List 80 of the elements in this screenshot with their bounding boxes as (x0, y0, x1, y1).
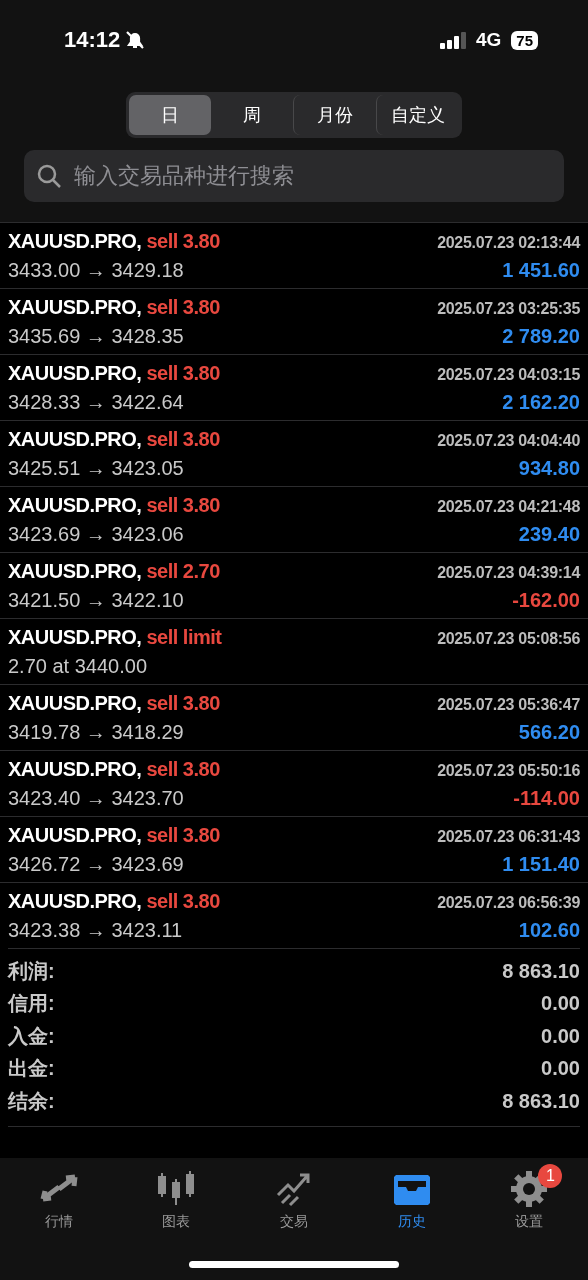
trade-time: 2025.07.23 06:31:43 (437, 827, 580, 846)
trade-symbol: XAUUSD.PRO, (8, 361, 142, 384)
search-icon (36, 163, 62, 189)
trade-symbol: XAUUSD.PRO, (8, 493, 142, 516)
trade-time: 2025.07.23 02:13:44 (437, 233, 580, 252)
period-tab[interactable]: 周 (211, 95, 293, 135)
trade-symbol: XAUUSD.PRO, (8, 559, 142, 582)
trade-profit: 2 789.20 (502, 324, 580, 348)
trade-time: 2025.07.23 05:08:56 (437, 629, 580, 648)
trade-symbol: XAUUSD.PRO, (8, 295, 142, 318)
trade-symbol: XAUUSD.PRO, (8, 889, 142, 912)
trade-prices: 3425.51 → 3423.05 (8, 456, 184, 480)
trade-order: sell limit (146, 625, 222, 648)
trade-profit: 239.40 (518, 522, 580, 546)
trade-time: 2025.07.23 06:56:39 (437, 893, 580, 912)
trade-symbol: XAUUSD.PRO, (8, 691, 142, 714)
summary-value: 8 863.10 (502, 1089, 580, 1113)
trade-order: sell 3.80 (146, 823, 220, 846)
signal-icon (439, 31, 468, 49)
trade-profit: 102.60 (518, 918, 580, 942)
trade-profit: 1 451.60 (502, 258, 580, 282)
nav-tab[interactable]: 图表 (117, 1168, 236, 1232)
trade-profit: 566.20 (518, 720, 580, 744)
trade-prices: 2.70 at 3440.00 (8, 654, 147, 678)
summary-label: 结余: (8, 1088, 55, 1114)
trade-prices: 3423.40 → 3423.70 (8, 786, 184, 810)
trade-profit: 1 151.40 (502, 852, 580, 876)
trade-order: sell 2.70 (146, 559, 220, 582)
trade-profit: -162.00 (512, 588, 580, 612)
summary-label: 出金: (8, 1056, 55, 1082)
notification-badge: 1 (538, 1164, 563, 1188)
trade-time: 2025.07.23 04:39:14 (437, 563, 580, 582)
trade-prices: 3423.38 → 3423.11 (8, 918, 183, 942)
summary-value: 0.00 (541, 1024, 580, 1048)
trade-profit: 2 162.20 (502, 390, 580, 414)
summary-label: 信用: (8, 991, 55, 1017)
trade-order: sell 3.80 (146, 889, 220, 912)
nav-tab[interactable]: 交易 (235, 1168, 353, 1232)
trade-time: 2025.07.23 05:36:47 (437, 695, 580, 714)
nav-tab[interactable]: 行情 (0, 1168, 118, 1232)
summary-value: 8 863.10 (502, 959, 580, 983)
nav-tab[interactable]: 历史 (352, 1168, 471, 1232)
trade-time: 2025.07.23 04:03:15 (437, 365, 580, 384)
trade-symbol: XAUUSD.PRO, (8, 427, 142, 450)
search-field[interactable]: 输入交易品种进行搜索 (24, 150, 564, 202)
trade-profit: -114.00 (513, 786, 580, 810)
trade-order: sell 3.80 (146, 757, 220, 780)
trade-prices: 3419.78 → 3418.29 (8, 720, 184, 744)
trade-time: 2025.07.23 04:04:40 (437, 431, 580, 450)
summary-label: 利润: (8, 958, 55, 984)
period-tab[interactable]: 月份 (293, 95, 376, 135)
trade-order: sell 3.80 (146, 229, 220, 252)
status-time: 14:12 (64, 27, 121, 53)
trade-time: 2025.07.23 03:25:35 (437, 299, 580, 318)
trade-prices: 3433.00 → 3429.18 (8, 258, 184, 282)
trade-symbol: XAUUSD.PRO, (8, 757, 142, 780)
trade-symbol: XAUUSD.PRO, (8, 823, 142, 846)
summary-value: 0.00 (541, 992, 580, 1016)
summary-value: 0.00 (541, 1057, 580, 1081)
trade-prices: 3421.50 → 3422.10 (8, 588, 184, 612)
trade-symbol: XAUUSD.PRO, (8, 229, 142, 252)
trade-prices: 3426.72 → 3423.69 (8, 852, 184, 876)
trade-order: sell 3.80 (146, 295, 220, 318)
search-input[interactable]: 输入交易品种进行搜索 (72, 162, 552, 190)
trade-time: 2025.07.23 04:21:48 (437, 497, 580, 516)
summary-label: 入金: (8, 1023, 55, 1049)
trade-order: sell 3.80 (146, 691, 220, 714)
trade-order: sell 3.80 (146, 361, 220, 384)
period-tab[interactable]: 自定义 (376, 95, 459, 135)
trade-symbol: XAUUSD.PRO, (8, 625, 142, 648)
trade-prices: 3428.33 → 3422.64 (8, 390, 184, 414)
trade-prices: 3435.69 → 3428.35 (8, 324, 184, 348)
trade-prices: 3423.69 → 3423.06 (8, 522, 184, 546)
trade-profit: 934.80 (518, 456, 580, 480)
trade-order: sell 3.80 (146, 493, 220, 516)
period-tab[interactable]: 日 (129, 95, 211, 135)
trade-time: 2025.07.23 05:50:16 (437, 761, 580, 780)
battery-level: 75 (511, 30, 538, 50)
network-type: 4G (475, 29, 502, 51)
trade-order: sell 3.80 (146, 427, 220, 450)
